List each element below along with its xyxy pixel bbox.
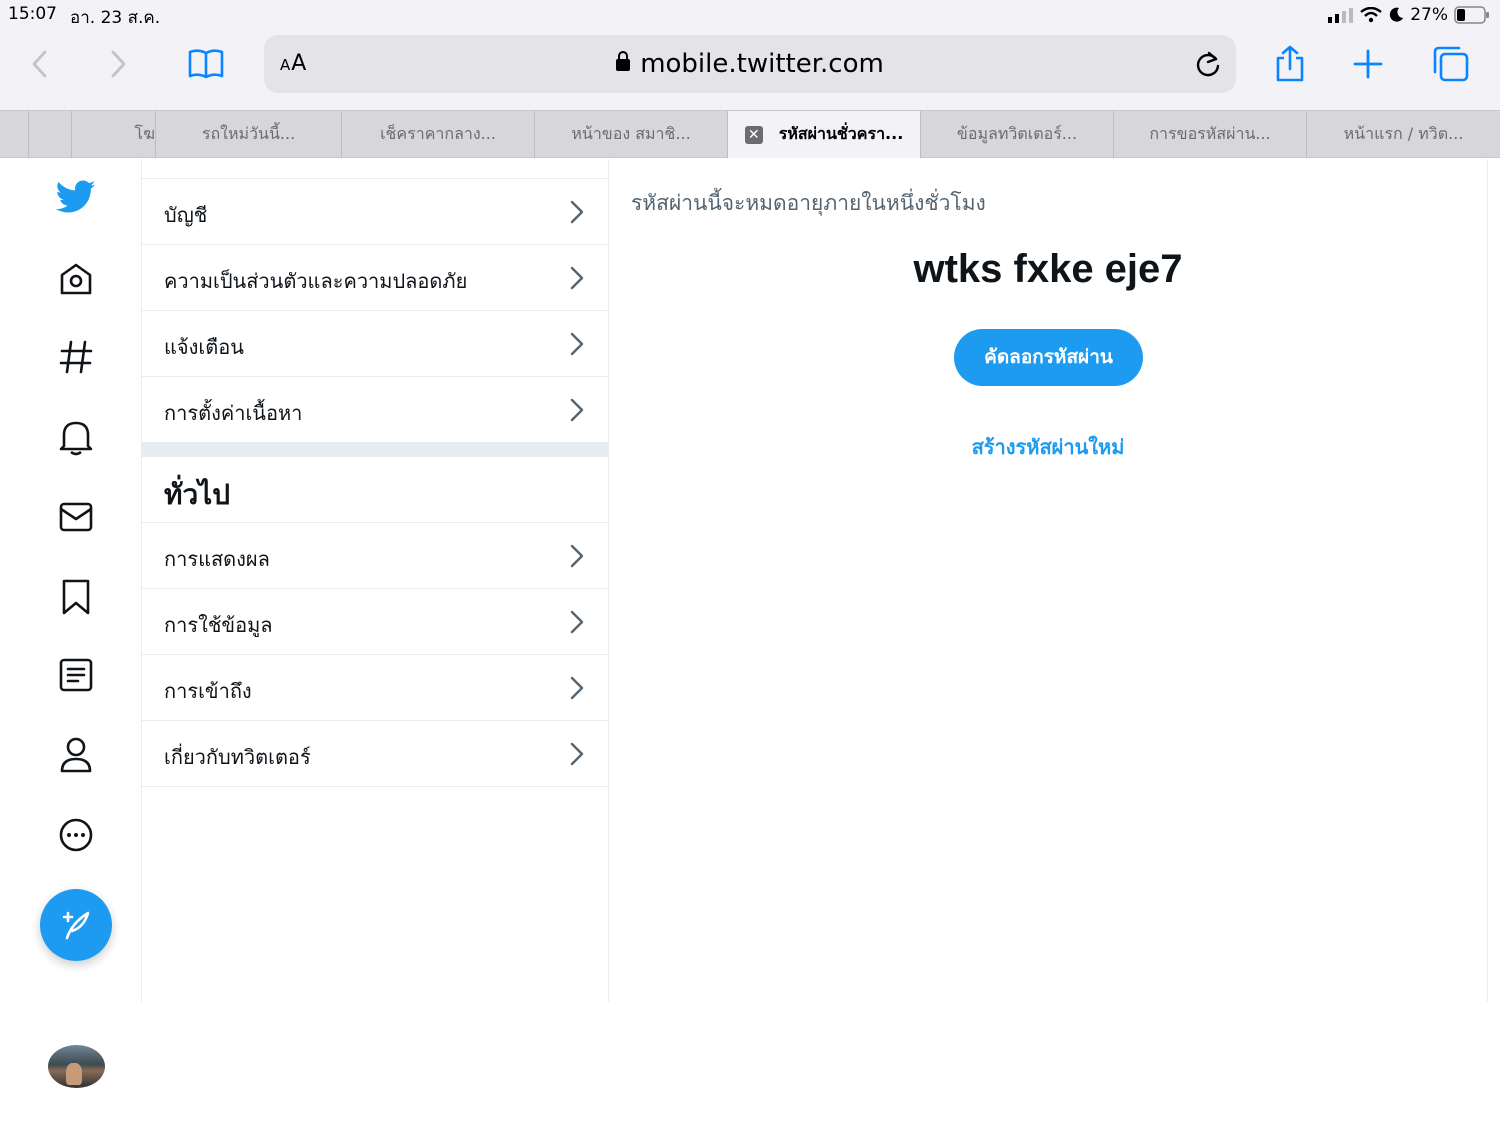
settings-item-about-twitter[interactable]: เกี่ยวกับทวิตเตอร์ — [142, 721, 608, 787]
chevron-right-icon — [570, 332, 584, 356]
cellular-signal-icon — [1328, 8, 1354, 23]
tab-label: รถใหม่วันนี้... — [201, 124, 296, 143]
copy-password-button[interactable]: คัดลอกรหัสผ่าน — [954, 329, 1143, 386]
settings-item-label: ความเป็นส่วนตัวและความปลอดภัย — [164, 269, 468, 293]
tab-label: หน้าแรก / ทวิต... — [1343, 124, 1464, 143]
settings-item-label: แจ้งเตือน — [164, 335, 244, 359]
browser-tab[interactable]: หน้าของ สมาชิ... — [534, 111, 727, 158]
chevron-right-icon — [570, 610, 584, 634]
chevron-right-icon — [570, 544, 584, 568]
browser-tab[interactable]: การขอรหัสผ่าน... — [1113, 111, 1306, 158]
settings-item-label: การตั้งค่าเนื้อหา — [164, 401, 303, 425]
browser-tab[interactable]: รถใหม่วันนี้... — [155, 111, 341, 158]
tab-label: หน้าของ สมาชิ... — [571, 124, 691, 143]
tab-label: โฆ — [134, 124, 155, 143]
chevron-right-icon — [570, 398, 584, 422]
expiry-notice: รหัสผ่านนี้จะหมดอายุภายในหนึ่งชั่วโมง — [631, 191, 986, 215]
settings-item-privacy[interactable]: ความเป็นส่วนตัวและความปลอดภัย — [142, 245, 608, 311]
temporary-password: wtks fxke eje7 — [913, 247, 1183, 291]
back-chevron-icon[interactable] — [20, 44, 60, 84]
bookmarks-book-icon[interactable] — [186, 44, 226, 84]
do-not-disturb-moon-icon — [1390, 7, 1404, 22]
messages-envelope-icon[interactable] — [56, 497, 96, 537]
section-title-general: ทั่วไป — [164, 478, 231, 511]
settings-item-data-usage[interactable]: การใช้ข้อมูล — [142, 589, 608, 655]
browser-toolbar: AA mobile.twitter.com — [0, 30, 1500, 110]
close-tab-icon[interactable]: ✕ — [744, 125, 763, 144]
profile-icon[interactable] — [56, 735, 96, 775]
generate-new-password-link[interactable]: สร้างรหัสผ่านใหม่ — [609, 431, 1487, 463]
wifi-icon — [1360, 7, 1382, 23]
forward-chevron-icon[interactable] — [98, 44, 138, 84]
notifications-bell-icon[interactable] — [56, 417, 96, 457]
lock-icon — [616, 51, 631, 71]
chevron-right-icon — [570, 200, 584, 224]
settings-item-display[interactable]: การแสดงผล — [142, 523, 608, 589]
settings-item-content-preferences[interactable]: การตั้งค่าเนื้อหา — [142, 377, 608, 443]
browser-tab[interactable]: ข้อมูลทวิตเตอร์... — [920, 111, 1113, 158]
chevron-right-icon — [570, 742, 584, 766]
settings-item-label: การแสดงผล — [164, 547, 270, 571]
browser-tab[interactable]: โฆ — [71, 111, 155, 158]
more-icon[interactable] — [56, 815, 96, 855]
settings-item-label: การเข้าถึง — [164, 679, 252, 703]
new-tab-plus-icon[interactable] — [1348, 44, 1388, 84]
tab-label: เช็คราคากลาง... — [380, 124, 496, 143]
chevron-right-icon — [570, 266, 584, 290]
share-icon[interactable] — [1270, 44, 1310, 84]
twitter-bird-icon[interactable] — [56, 177, 96, 217]
url-display: mobile.twitter.com — [264, 49, 1236, 79]
section-divider — [142, 443, 608, 457]
browser-tab[interactable]: เช็คราคากลาง... — [341, 111, 534, 158]
compose-feather-icon — [62, 911, 90, 940]
browser-tab-active[interactable]: ✕ รหัสผ่านชั่วครา... — [727, 111, 920, 158]
tab-label: รหัสผ่านชั่วครา... — [778, 124, 904, 143]
compose-tweet-button[interactable] — [40, 889, 112, 961]
battery-percent: 27% — [1410, 5, 1448, 25]
address-bar[interactable]: AA mobile.twitter.com — [264, 35, 1236, 93]
avatar[interactable] — [48, 1045, 105, 1088]
settings-item-label: การใช้ข้อมูล — [164, 613, 273, 637]
status-date: อา. 23 ส.ค. — [70, 8, 161, 28]
battery-icon — [1454, 6, 1489, 24]
bookmarks-icon[interactable] — [56, 577, 96, 617]
twitter-left-nav — [0, 159, 142, 1002]
tabs-overview-icon[interactable] — [1430, 44, 1470, 84]
reload-icon[interactable] — [1194, 49, 1222, 83]
tab-label: ข้อมูลทวิตเตอร์... — [956, 124, 1078, 143]
explore-hashtag-icon[interactable] — [56, 337, 96, 377]
settings-list: บัญชี ความเป็นส่วนตัวและความปลอดภัย แจ้ง… — [142, 159, 609, 1002]
settings-item-notifications[interactable]: แจ้งเตือน — [142, 311, 608, 377]
settings-item-label: บัญชี — [164, 203, 208, 227]
lists-icon[interactable] — [56, 655, 96, 695]
temporary-password-panel: รหัสผ่านนี้จะหมดอายุภายในหนึ่งชั่วโมง wt… — [609, 159, 1488, 1002]
settings-item-label: เกี่ยวกับทวิตเตอร์ — [164, 745, 311, 769]
chevron-right-icon — [570, 676, 584, 700]
tab-label: การขอรหัสผ่าน... — [1149, 124, 1271, 143]
status-time: 15:07 — [8, 4, 57, 24]
browser-tab[interactable]: หน้าแรก / ทวิต... — [1306, 111, 1500, 158]
home-icon[interactable] — [56, 259, 96, 299]
tab-bar: โฆ รถใหม่วันนี้... เช็คราคากลาง... หน้าข… — [0, 110, 1500, 158]
settings-item-accessibility[interactable]: การเข้าถึง — [142, 655, 608, 721]
url-text: mobile.twitter.com — [640, 49, 884, 79]
status-bar: 15:07 อา. 23 ส.ค. 27% — [0, 0, 1500, 30]
settings-item-account[interactable]: บัญชี — [142, 179, 608, 245]
browser-tab[interactable] — [28, 111, 71, 158]
